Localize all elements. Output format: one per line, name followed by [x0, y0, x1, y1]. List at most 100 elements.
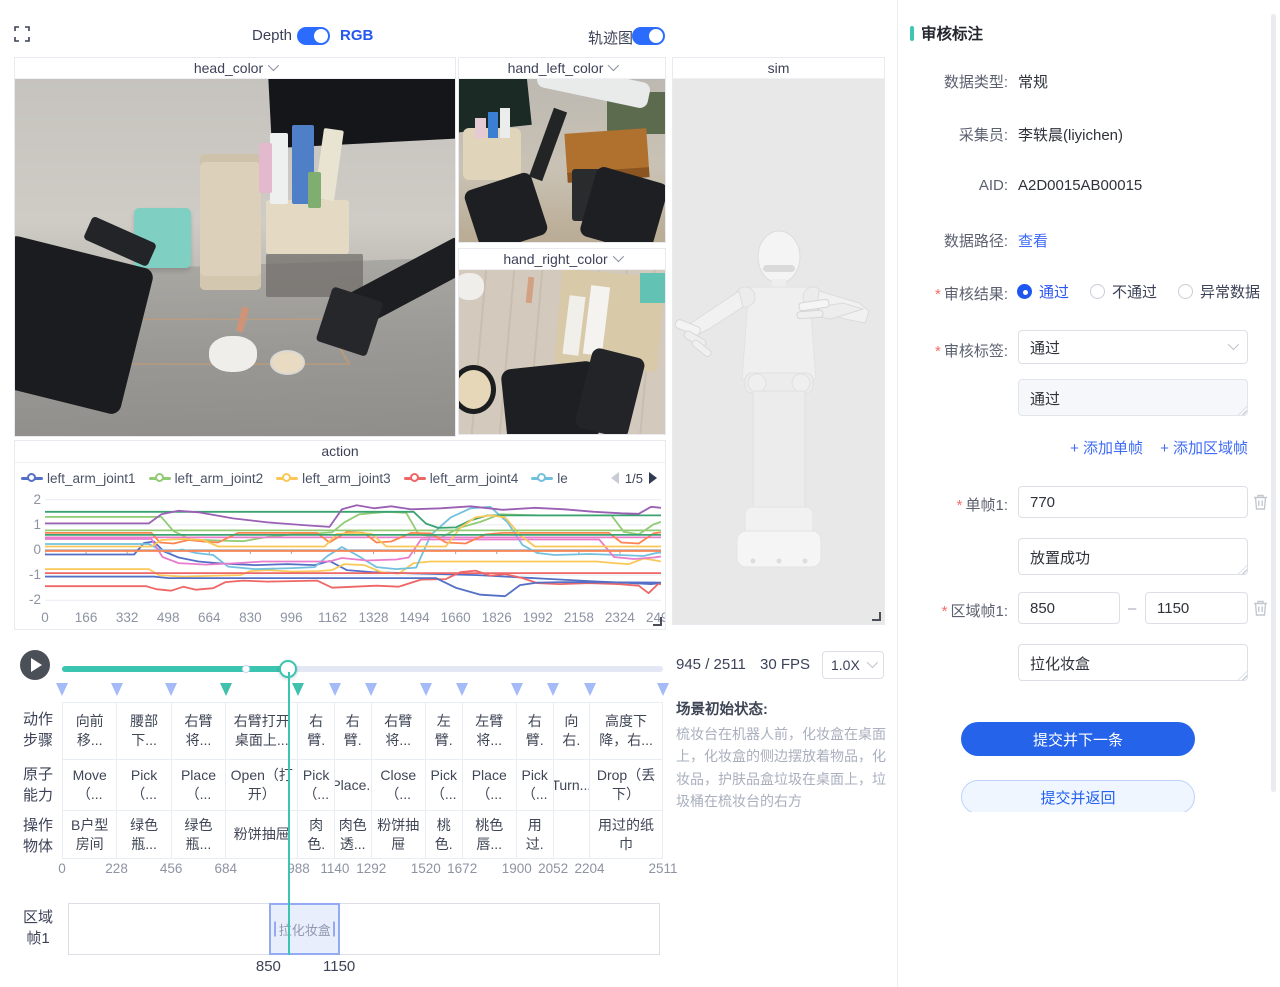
legend-next-icon[interactable]	[649, 472, 657, 484]
hand-left-camera-selector[interactable]: hand_left_color	[459, 58, 665, 79]
step-ability-cell[interactable]: Pick（...	[426, 760, 462, 811]
data-path-link[interactable]: 查看	[1018, 230, 1048, 251]
add-single-frame-link[interactable]: + 添加单帧	[1070, 437, 1143, 458]
segment-marker-icon[interactable]	[111, 683, 123, 696]
hand-right-camera-image	[459, 270, 665, 434]
step-ability-cell[interactable]: Pick（...	[117, 760, 170, 811]
radio-label: 异常数据	[1200, 281, 1260, 302]
single-frame-input[interactable]	[1018, 486, 1248, 518]
step-action-cell[interactable]: 高度下降，右...	[590, 703, 662, 760]
step-object-cell[interactable]: 桃色.	[426, 811, 462, 858]
region-start-input[interactable]	[1018, 592, 1120, 624]
step-object-cell[interactable]: 用过的纸巾	[590, 811, 662, 858]
add-region-frame-link[interactable]: + 添加区域帧	[1160, 437, 1248, 458]
segment-marker-icon[interactable]	[365, 683, 377, 696]
segment-marker-icon[interactable]	[657, 683, 669, 696]
step-object-cell[interactable]: 绿色瓶...	[172, 811, 225, 858]
legend-item[interactable]: le	[531, 471, 568, 486]
step-ability-cell[interactable]: Place（...	[463, 760, 516, 811]
row-label-region-frame: 区域 帧1	[16, 907, 60, 949]
step-action-cell[interactable]: 腰部下...	[117, 703, 170, 760]
legend-item[interactable]: left_arm_joint1	[21, 471, 136, 486]
region-end-input[interactable]	[1145, 592, 1248, 624]
single-frame-note[interactable]: 放置成功	[1018, 538, 1248, 575]
region-frame-note[interactable]: 拉化妆盒	[1018, 644, 1248, 681]
step-ability-cell[interactable]: Turn...	[554, 760, 590, 811]
action-line-chart[interactable]	[45, 491, 661, 609]
legend-item[interactable]: left_arm_joint4	[404, 471, 519, 486]
step-ability-cell[interactable]: Move（...	[63, 760, 116, 811]
submit-back-button[interactable]: 提交并返回	[961, 780, 1195, 812]
step-ability-cell[interactable]: Drop（丢下）	[590, 760, 662, 811]
step-action-cell[interactable]: 右臂打开桌面上...	[226, 703, 297, 760]
radio-icon	[1178, 284, 1193, 299]
depth-rgb-toggle[interactable]	[297, 27, 330, 45]
step-object-cell[interactable]: 桃色唇...	[463, 811, 516, 858]
step-object-cell[interactable]: 粉饼抽屉	[226, 811, 297, 858]
review-tag-note[interactable]: 通过	[1018, 379, 1248, 416]
hand-left-camera-panel: hand_left_color	[458, 57, 666, 243]
step-action-cell[interactable]: 右臂将...	[172, 703, 225, 760]
step-ability-cell[interactable]: Place（...	[172, 760, 225, 811]
frame-axis: 0228456684988114012921520167219002052220…	[62, 861, 663, 877]
sim-robot-view[interactable]	[673, 79, 884, 624]
segment-marker-icon[interactable]	[456, 683, 468, 696]
step-object-cell[interactable]: B户型房间	[63, 811, 116, 858]
legend-item[interactable]: left_arm_joint2	[149, 471, 264, 486]
chevron-down-icon	[608, 59, 619, 70]
fullscreen-icon[interactable]	[14, 26, 30, 42]
legend-prev-icon[interactable]	[611, 472, 619, 484]
review-result-option[interactable]: 不通过	[1090, 281, 1157, 302]
segment-marker-icon[interactable]	[547, 683, 559, 696]
submit-next-button[interactable]: 提交并下一条	[961, 722, 1195, 756]
trajectory-toggle[interactable]	[632, 27, 665, 45]
sim-panel-title: sim	[768, 60, 790, 76]
hand-right-camera-selector[interactable]: hand_right_color	[459, 249, 665, 270]
delete-region-frame-icon[interactable]	[1252, 599, 1269, 617]
segment-marker-icon[interactable]	[420, 683, 432, 696]
chart-resize-handle[interactable]	[653, 617, 662, 626]
region-frame-segment[interactable]: 拉化妆盒	[269, 903, 340, 955]
sim-resize-handle[interactable]	[872, 612, 881, 621]
speed-select[interactable]: 1.0X	[822, 651, 884, 679]
step-ability-cell[interactable]: Place..	[335, 760, 371, 811]
play-button[interactable]	[20, 650, 50, 680]
frame-axis-label: 988	[287, 861, 310, 876]
segment-marker-icon[interactable]	[165, 683, 177, 696]
head-camera-selector[interactable]: head_color	[15, 58, 455, 79]
review-result-option[interactable]: 通过	[1017, 281, 1069, 302]
review-tag-select[interactable]: 通过	[1018, 330, 1248, 364]
step-ability-cell[interactable]: Pick（...	[298, 760, 334, 811]
step-action-cell[interactable]: 向前移...	[63, 703, 116, 760]
segment-marker-icon[interactable]	[56, 683, 68, 696]
legend-item[interactable]: left_arm_joint3	[276, 471, 391, 486]
step-object-cell[interactable]: 肉色.	[298, 811, 334, 858]
segment-marker-icon[interactable]	[584, 683, 596, 696]
segment-marker-icon[interactable]	[511, 683, 523, 696]
step-object-cell[interactable]: 绿色瓶...	[117, 811, 170, 858]
step-action-cell[interactable]: 左臂.	[426, 703, 462, 760]
playback-slider[interactable]	[62, 666, 663, 672]
step-action-cell[interactable]: 右臂.	[517, 703, 553, 760]
step-ability-cell[interactable]: Open（打开）	[226, 760, 297, 811]
step-object-cell[interactable]	[554, 811, 590, 858]
delete-single-frame-icon[interactable]	[1252, 493, 1269, 511]
step-object-cell[interactable]: 肉色透...	[335, 811, 371, 858]
segment-marker-icon[interactable]	[329, 683, 341, 696]
segment-marker-icon[interactable]	[220, 683, 232, 696]
region-frame-track[interactable]: 拉化妆盒	[68, 903, 660, 955]
step-action-cell[interactable]: 右臂.	[298, 703, 334, 760]
step-ability-cell[interactable]: Pick（...	[517, 760, 553, 811]
step-object-cell[interactable]: 粉饼抽屉	[372, 811, 425, 858]
x-axis-tick: 1992	[523, 610, 553, 625]
step-action-cell[interactable]: 右臂将...	[372, 703, 425, 760]
x-axis-tick: 2158	[564, 610, 594, 625]
step-action-cell[interactable]: 向右.	[554, 703, 590, 760]
step-object-cell[interactable]: 用过.	[517, 811, 553, 858]
step-action-cell[interactable]: 左臂将...	[463, 703, 516, 760]
segment-marker-icon[interactable]	[292, 683, 304, 696]
review-result-option[interactable]: 异常数据	[1178, 281, 1260, 302]
step-ability-cell[interactable]: Close（...	[372, 760, 425, 811]
step-action-cell[interactable]: 右臂.	[335, 703, 371, 760]
panel-scrollbar[interactable]	[1271, 14, 1276, 792]
